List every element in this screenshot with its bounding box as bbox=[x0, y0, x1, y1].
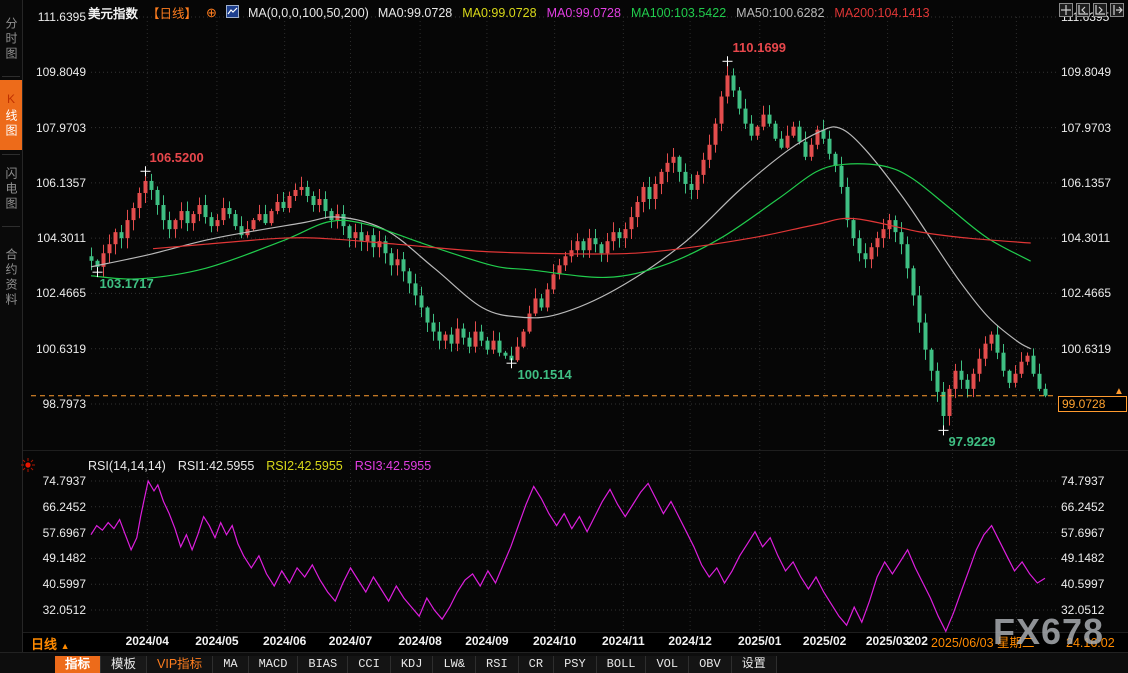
price-chart-canvas[interactable] bbox=[0, 0, 1128, 673]
month-label: 2025/02 bbox=[803, 634, 846, 648]
axis-shift-right-icon[interactable] bbox=[1093, 3, 1107, 17]
extreme-cross-marker bbox=[939, 425, 949, 435]
mini-chart-icon[interactable] bbox=[226, 5, 239, 21]
extreme-cross-marker bbox=[723, 56, 733, 66]
ma-value: MA100:103.5422 bbox=[631, 6, 726, 20]
sidebar-divider bbox=[2, 226, 20, 227]
rsi-params: RSI(14,14,14) bbox=[88, 459, 166, 473]
tab-MA[interactable]: MA bbox=[213, 656, 248, 673]
tab-CR[interactable]: CR bbox=[519, 656, 554, 673]
sidebar: 分时图 K线图闪电图合约资料 bbox=[0, 0, 23, 673]
candlestick-series bbox=[90, 61, 1048, 430]
ma200-line bbox=[153, 218, 1031, 254]
tab-MACD[interactable]: MACD bbox=[249, 656, 299, 673]
tab-LW&[interactable]: LW& bbox=[433, 656, 476, 673]
month-label: 2024/05 bbox=[195, 634, 238, 648]
trading-app-window: 分时图 K线图闪电图合约资料 美元指数 【日线】 ⊕ MA(0,0,0,100,5… bbox=[0, 0, 1128, 673]
month-label: 2025/03 bbox=[866, 634, 909, 648]
ma-params: MA(0,0,0,100,50,200) bbox=[248, 6, 369, 20]
rsi-value: RSI1:42.5955 bbox=[178, 459, 254, 473]
ma-value: MA0:99.0728 bbox=[462, 6, 536, 20]
tab-指标[interactable]: 指标 bbox=[55, 656, 101, 673]
current-price-arrow-icon: ▲ bbox=[1114, 386, 1124, 397]
move-icon[interactable] bbox=[1059, 3, 1073, 17]
bottom-toolbar: 指标模板VIP指标MAMACDBIASCCIKDJLW&RSICRPSYBOLL… bbox=[0, 652, 1128, 673]
x-axis-row: 日线 ▲ 2024/04 2024/05 2024/06 2024/07 2024/08… bbox=[23, 633, 1128, 652]
month-label: 2024/06 bbox=[263, 634, 306, 648]
ma-value: MA200:104.1413 bbox=[834, 6, 929, 20]
month-label: 2024/10 bbox=[533, 634, 576, 648]
extreme-cross-marker bbox=[141, 166, 151, 176]
indicator-target-icon[interactable] bbox=[21, 458, 35, 477]
tab-设置[interactable]: 设置 bbox=[732, 656, 777, 673]
sidebar-divider bbox=[2, 154, 20, 155]
watermark: FX678 bbox=[993, 611, 1104, 653]
indicator-tabs: 指标模板VIP指标MAMACDBIASCCIKDJLW&RSICRPSYBOLL… bbox=[55, 653, 777, 673]
chart-toolbar-icons bbox=[1059, 3, 1124, 17]
current-price-badge: 99.0728 bbox=[1058, 396, 1127, 412]
extreme-cross-marker bbox=[507, 358, 517, 368]
chart-header: 美元指数 【日线】 ⊕ MA(0,0,0,100,50,200) MA0:99.… bbox=[88, 3, 930, 22]
tab-OBV[interactable]: OBV bbox=[689, 656, 732, 673]
tab-VOL[interactable]: VOL bbox=[646, 656, 689, 673]
sidebar-item-3[interactable]: 闪电图 bbox=[0, 156, 22, 222]
ma-value: MA0:99.0728 bbox=[547, 6, 621, 20]
symbol-name: 美元指数 bbox=[88, 3, 138, 22]
tab-KDJ[interactable]: KDJ bbox=[391, 656, 434, 673]
tab-BIAS[interactable]: BIAS bbox=[298, 656, 348, 673]
axis-expand-icon[interactable] bbox=[1110, 3, 1124, 17]
sidebar-item-1[interactable]: 分时图 bbox=[0, 6, 22, 72]
rsi-header: RSI(14,14,14) RSI1:42.5955RSI2:42.5955RS… bbox=[88, 459, 431, 473]
ma-values: MA0:99.0728 MA0:99.0728 MA0:99.0728 MA100:1… bbox=[378, 6, 930, 20]
month-label: 2024/07 bbox=[329, 634, 372, 648]
month-label: 2024/11 bbox=[602, 634, 645, 648]
ma-value: MA50:100.6282 bbox=[736, 6, 824, 20]
caret-up-icon: ▲ bbox=[61, 641, 70, 651]
month-label: 2024/04 bbox=[126, 634, 169, 648]
rsi-value: RSI2:42.5955 bbox=[266, 459, 342, 473]
tab-VIP指标[interactable]: VIP指标 bbox=[147, 656, 213, 673]
expand-plus-icon[interactable]: ⊕ bbox=[206, 5, 217, 21]
sidebar-divider bbox=[2, 76, 20, 77]
tab-CCI[interactable]: CCI bbox=[348, 656, 391, 673]
tab-BOLL[interactable]: BOLL bbox=[597, 656, 647, 673]
tab-PSY[interactable]: PSY bbox=[554, 656, 597, 673]
sidebar-item-4[interactable]: 合约资料 bbox=[0, 232, 22, 324]
month-label: 2024/08 bbox=[398, 634, 441, 648]
month-label: 2024/12 bbox=[668, 634, 711, 648]
rsi-value: RSI3:42.5955 bbox=[355, 459, 431, 473]
month-label: 2024/09 bbox=[465, 634, 508, 648]
sidebar-item-2[interactable]: K线图 bbox=[0, 80, 22, 150]
ma-value: MA0:99.0728 bbox=[378, 6, 452, 20]
rsi-line bbox=[91, 481, 1045, 631]
month-label: 2025/01 bbox=[738, 634, 781, 648]
period-tag[interactable]: 【日线】 bbox=[147, 3, 197, 22]
tab-RSI[interactable]: RSI bbox=[476, 656, 519, 673]
period-selector[interactable]: 日线 ▲ bbox=[31, 634, 70, 653]
axis-shift-left-icon[interactable] bbox=[1076, 3, 1090, 17]
tab-模板[interactable]: 模板 bbox=[101, 656, 147, 673]
rsi-values: RSI1:42.5955 RSI2:42.5955 RSI3:42.5955 bbox=[178, 459, 431, 473]
